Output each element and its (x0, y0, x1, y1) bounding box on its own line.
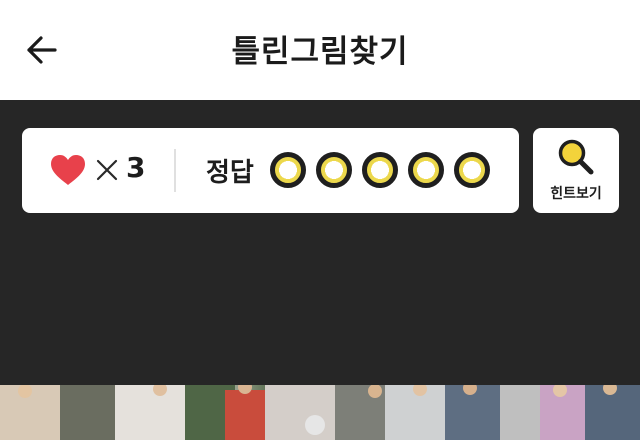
answer-slot-4 (408, 152, 444, 188)
answer-slot-5 (454, 152, 490, 188)
page-title: 틀린그림찾기 (231, 34, 409, 70)
crowd-photo-image (0, 385, 640, 440)
app-header: 틀린그림찾기 (0, 0, 640, 100)
hint-label: 힌트보기 (550, 186, 602, 202)
answer-slot-2 (316, 152, 352, 188)
magnifier-icon (558, 139, 594, 175)
hint-button[interactable]: 힌트보기 (533, 128, 619, 213)
status-card: 3 정답 (22, 128, 519, 213)
divider (174, 149, 176, 192)
lives-count: 3 (126, 151, 146, 184)
heart-icon (51, 155, 85, 185)
times-icon (96, 159, 118, 181)
answer-slot-3 (362, 152, 398, 188)
answer-label: 정답 (206, 158, 254, 188)
game-photo[interactable] (0, 385, 640, 440)
answer-slot-1 (270, 152, 306, 188)
